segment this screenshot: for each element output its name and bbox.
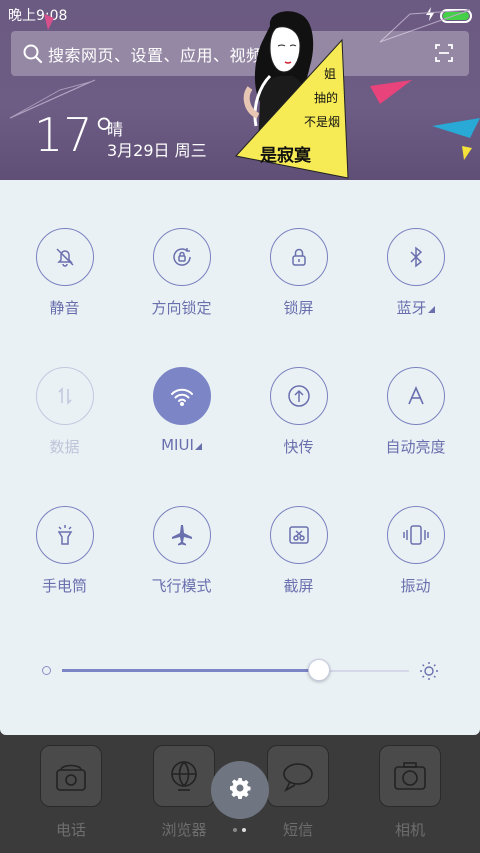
screenshot-icon — [269, 506, 328, 564]
brightness-track-fill — [62, 669, 319, 672]
globe-icon — [153, 745, 215, 807]
toggle-silent[interactable]: 静音 — [6, 228, 123, 318]
toggle-rotation-lock[interactable]: 方向锁定 — [123, 228, 240, 318]
toggle-bluetooth[interactable]: 蓝牙 — [357, 228, 474, 318]
message-icon — [267, 745, 329, 807]
toggle-quick-transfer[interactable]: 快传 — [240, 367, 357, 457]
bluetooth-icon — [386, 228, 445, 286]
toggle-wifi-label: MIUI — [161, 436, 202, 454]
art-text-line4: 是寂寞 — [260, 145, 312, 166]
toggle-quick-transfer-label: 快传 — [283, 438, 314, 456]
toggle-silent-label: 静音 — [49, 299, 80, 317]
dock-app-camera-label: 相机 — [394, 821, 425, 839]
settings-button[interactable] — [211, 761, 269, 819]
toggle-flashlight[interactable]: 手电筒 — [6, 506, 123, 596]
page-indicator — [233, 828, 246, 832]
rotation-lock-icon — [152, 228, 211, 286]
wallpaper-illustration: 姐 抽的 不是烟 是寂寞 — [235, 11, 349, 179]
weather-date: 3月29日 周三 — [107, 141, 207, 160]
brightness-slider[interactable] — [0, 650, 480, 690]
art-text-line3: 不是烟 — [304, 115, 340, 129]
bell-off-icon — [35, 228, 94, 286]
brightness-thumb[interactable] — [307, 659, 330, 681]
flashlight-icon — [35, 506, 94, 564]
toggle-auto-brightness-label: 自动亮度 — [385, 438, 446, 456]
sun-icon — [419, 661, 439, 685]
auto-brightness-icon — [386, 367, 445, 425]
gear-icon — [228, 776, 252, 804]
toggle-vibrate-label: 振动 — [400, 577, 431, 595]
toggle-airplane-mode[interactable]: 飞行模式 — [123, 506, 240, 596]
art-text-line1: 姐 — [324, 67, 336, 81]
quick-transfer-icon — [269, 367, 328, 425]
toggle-auto-brightness[interactable]: 自动亮度 — [357, 367, 474, 457]
more-indicator — [194, 443, 202, 450]
page-dot-active — [242, 828, 246, 832]
toggle-rotation-lock-label: 方向锁定 — [151, 299, 212, 317]
dock-app-messages[interactable]: 短信 — [266, 745, 330, 840]
camera-icon — [379, 745, 441, 807]
toggle-lock-screen[interactable]: 锁屏 — [240, 228, 357, 318]
vibrate-icon — [386, 506, 445, 564]
dock-app-browser-label: 浏览器 — [161, 821, 207, 839]
dock-app-phone-label: 电话 — [55, 821, 86, 839]
brightness-low-icon — [42, 666, 51, 675]
toggle-screenshot-label: 截屏 — [283, 577, 314, 595]
toggle-vibrate[interactable]: 振动 — [357, 506, 474, 596]
toggle-bluetooth-label: 蓝牙 — [396, 297, 435, 318]
toggle-wifi[interactable]: MIUI — [123, 367, 240, 454]
toggle-screenshot[interactable]: 截屏 — [240, 506, 357, 596]
toggle-flashlight-label: 手电筒 — [41, 577, 87, 595]
weather-temperature: 17° — [34, 108, 116, 162]
wifi-icon — [152, 367, 211, 425]
search-icon — [23, 44, 43, 64]
toggle-lock-screen-label: 锁屏 — [283, 299, 314, 317]
lock-icon — [269, 228, 328, 286]
dock-app-camera[interactable]: 相机 — [378, 745, 442, 840]
dock-app-phone[interactable]: 电话 — [39, 745, 103, 840]
toggle-airplane-mode-label: 飞行模式 — [151, 577, 212, 595]
page-dot — [233, 828, 237, 832]
airplane-icon — [152, 506, 211, 564]
toggle-mobile-data[interactable]: 数据 — [6, 367, 123, 457]
dock-app-messages-label: 短信 — [282, 821, 313, 839]
more-indicator — [427, 306, 435, 313]
quick-settings-panel: 静音 方向锁定 锁屏 蓝牙 数据 MIUI 快传 自动亮度 手电筒 飞行模式 截… — [0, 180, 480, 735]
dock-app-browser[interactable]: 浏览器 — [152, 745, 216, 840]
art-text-line2: 抽的 — [314, 90, 338, 105]
mobile-data-icon — [35, 367, 94, 425]
toggle-mobile-data-label: 数据 — [49, 438, 80, 456]
phone-icon — [40, 745, 102, 807]
notification-header: 晚上9:08 搜索网页、设置、应用、视频... 17° 晴 3月29日 周三 姐… — [0, 0, 480, 180]
